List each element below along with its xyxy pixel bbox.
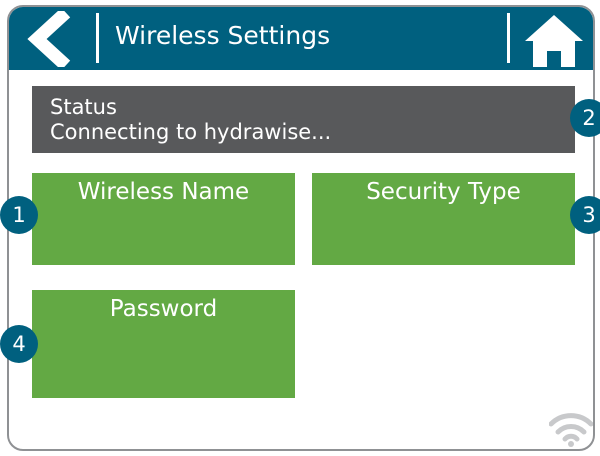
callout-1: 1 xyxy=(0,196,38,234)
header-bar: Wireless Settings xyxy=(9,7,593,71)
callout-3: 3 xyxy=(570,196,600,234)
callout-4: 4 xyxy=(0,325,38,363)
chevron-left-icon xyxy=(27,7,71,71)
password-label: Password xyxy=(109,296,218,322)
back-button[interactable] xyxy=(19,7,79,71)
home-icon xyxy=(525,15,583,67)
header-divider xyxy=(96,13,99,63)
password-button[interactable]: Password xyxy=(32,290,295,398)
device-screen: Wireless Settings Status Connecting to h… xyxy=(7,5,595,451)
security-type-label: Security Type xyxy=(366,179,521,205)
header-divider xyxy=(507,13,510,63)
wireless-name-button[interactable]: Wireless Name xyxy=(32,173,295,265)
status-message: Connecting to hydrawise... xyxy=(50,120,332,144)
status-label: Status xyxy=(50,95,117,119)
wireless-name-label: Wireless Name xyxy=(77,179,250,205)
home-button[interactable] xyxy=(519,11,589,67)
page-title: Wireless Settings xyxy=(115,21,331,50)
wifi-icon xyxy=(549,413,593,447)
callout-2: 2 xyxy=(570,99,600,137)
status-panel: Status Connecting to hydrawise... xyxy=(32,86,575,153)
security-type-button[interactable]: Security Type xyxy=(312,173,575,265)
